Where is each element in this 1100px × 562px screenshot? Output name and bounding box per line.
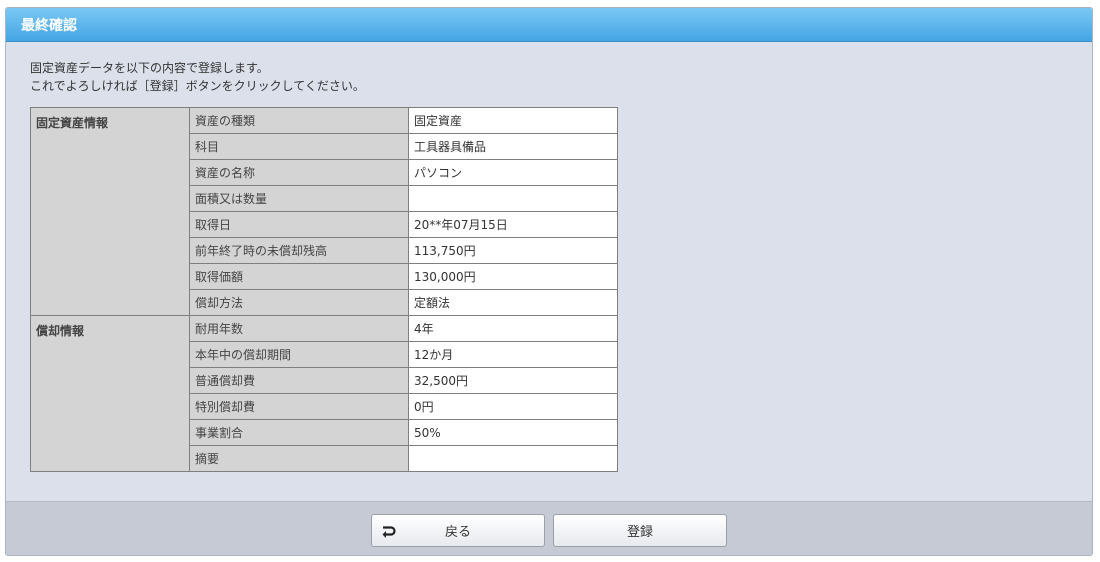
row-label: 資産の種類 [189,107,409,134]
section-depreciation-info: 償却情報 [30,315,190,472]
row-value: 工具器具備品 [408,133,618,160]
row-label: 面積又は数量 [189,185,409,212]
row-value: 113,750円 [408,237,618,264]
row-value: 固定資産 [408,107,618,134]
row-label: 前年終了時の未償却残高 [189,237,409,264]
table-row: 固定資産情報 資産の種類 固定資産 [30,107,618,316]
back-button-label: 戻る [444,525,471,540]
row-label: 普通償却費 [189,367,409,394]
table-row: 償却情報 耐用年数 4年 [30,315,618,472]
panel-header: 最終確認 [6,8,1092,42]
register-button-label: 登録 [626,525,653,540]
row-label: 資産の名称 [189,159,409,186]
row-value: 4年 [408,315,618,342]
panel-content: 固定資産データを以下の内容で登録します。 これでよろしければ［登録］ボタンをクリ… [6,42,1092,501]
row-label: 事業割合 [189,419,409,446]
button-bar: 戻る 登録 [6,501,1092,555]
intro-line-1: 固定資産データを以下の内容で登録します。 [30,61,269,75]
row-label: 摘要 [189,445,409,472]
row-value: 130,000円 [408,263,618,290]
row-value [408,185,618,212]
intro-text: 固定資産データを以下の内容で登録します。 これでよろしければ［登録］ボタンをクリ… [30,59,365,95]
row-value: 12か月 [408,341,618,368]
row-value: 定額法 [408,289,618,316]
row-value: 0円 [408,393,618,420]
row-value [408,445,618,472]
row-label: 科目 [189,133,409,160]
register-button[interactable]: 登録 [553,514,727,547]
row-label: 本年中の償却期間 [189,341,409,368]
row-label: 特別償却費 [189,393,409,420]
panel-title: 最終確認 [21,17,77,34]
back-button[interactable]: 戻る [371,514,545,547]
return-arrow-icon [382,526,396,538]
confirm-panel: 最終確認 固定資産データを以下の内容で登録します。 これでよろしければ［登録］ボ… [5,7,1093,556]
row-label: 取得価額 [189,263,409,290]
asset-info-table: 固定資産情報 資産の種類 固定資産 科目 工具器具備品 資産の名称 パソコン 面… [30,107,618,472]
row-value: 20**年07月15日 [408,211,618,238]
row-value: 32,500円 [408,367,618,394]
row-label: 取得日 [189,211,409,238]
row-label: 償却方法 [189,289,409,316]
row-value: 50% [408,419,618,446]
section-fixed-asset-info: 固定資産情報 [30,107,190,316]
row-label: 耐用年数 [189,315,409,342]
row-value: パソコン [408,159,618,186]
intro-line-2: これでよろしければ［登録］ボタンをクリックしてください。 [30,79,365,93]
